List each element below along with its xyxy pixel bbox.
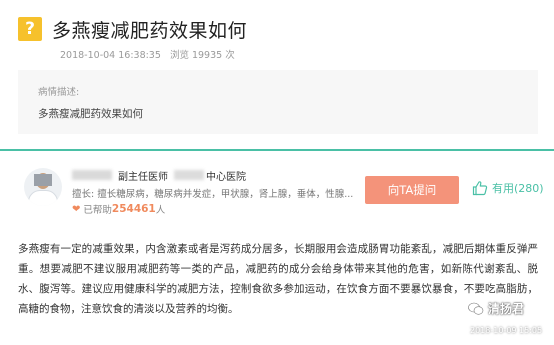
question-views: 浏览 19935 次 — [169, 50, 235, 61]
thumbs-up-icon — [472, 181, 488, 196]
doctor-specialty: 擅长: 擅长糖尿病，糖尿病并发症，甲状腺，肾上腺，垂体，性腺... — [72, 189, 354, 200]
useful-button[interactable]: 有用(280) — [472, 180, 544, 196]
description-text: 多燕瘦减肥药效果如何 — [38, 108, 143, 120]
hospital-name-redacted — [174, 170, 204, 180]
answer-text: 多燕瘦有一定的减重效果，内含激素或者是泻药成分居多，长期服用会造成肠胃功能紊乱，… — [18, 243, 538, 315]
watermark: 清扬君 — [468, 300, 524, 317]
helped-suffix: 人 — [155, 205, 166, 216]
question-title: 多燕瘦减肥药效果如何 — [52, 20, 248, 42]
watermark-date: 2018-10-09 15:05 — [470, 326, 543, 335]
ask-doctor-button[interactable]: 向TA提问 — [365, 176, 459, 204]
question-date: 2018-10-04 16:38:35 — [60, 50, 161, 61]
question-icon: ? — [18, 17, 42, 41]
heart-icon: ❤ — [72, 203, 81, 215]
helped-prefix: 已帮助 — [83, 205, 112, 216]
hospital-name[interactable]: 中心医院 — [206, 168, 246, 183]
helped-count: 254461 — [111, 203, 156, 215]
doctor-avatar[interactable] — [24, 168, 62, 206]
doctor-title: 副主任医师 — [118, 172, 168, 183]
description-label: 病情描述: — [38, 87, 80, 98]
question-meta: 2018-10-04 16:38:35 浏览 19935 次 — [60, 47, 241, 61]
useful-label: 有用(280) — [492, 182, 544, 195]
watermark-name: 清扬君 — [488, 302, 525, 316]
helped-count-row: ❤ 已帮助 254461 人 — [72, 202, 165, 216]
wechat-icon — [468, 302, 484, 315]
section-divider — [0, 149, 554, 151]
doctor-name-redacted — [72, 170, 112, 180]
description-box: 病情描述: 多燕瘦减肥药效果如何 — [18, 70, 538, 134]
